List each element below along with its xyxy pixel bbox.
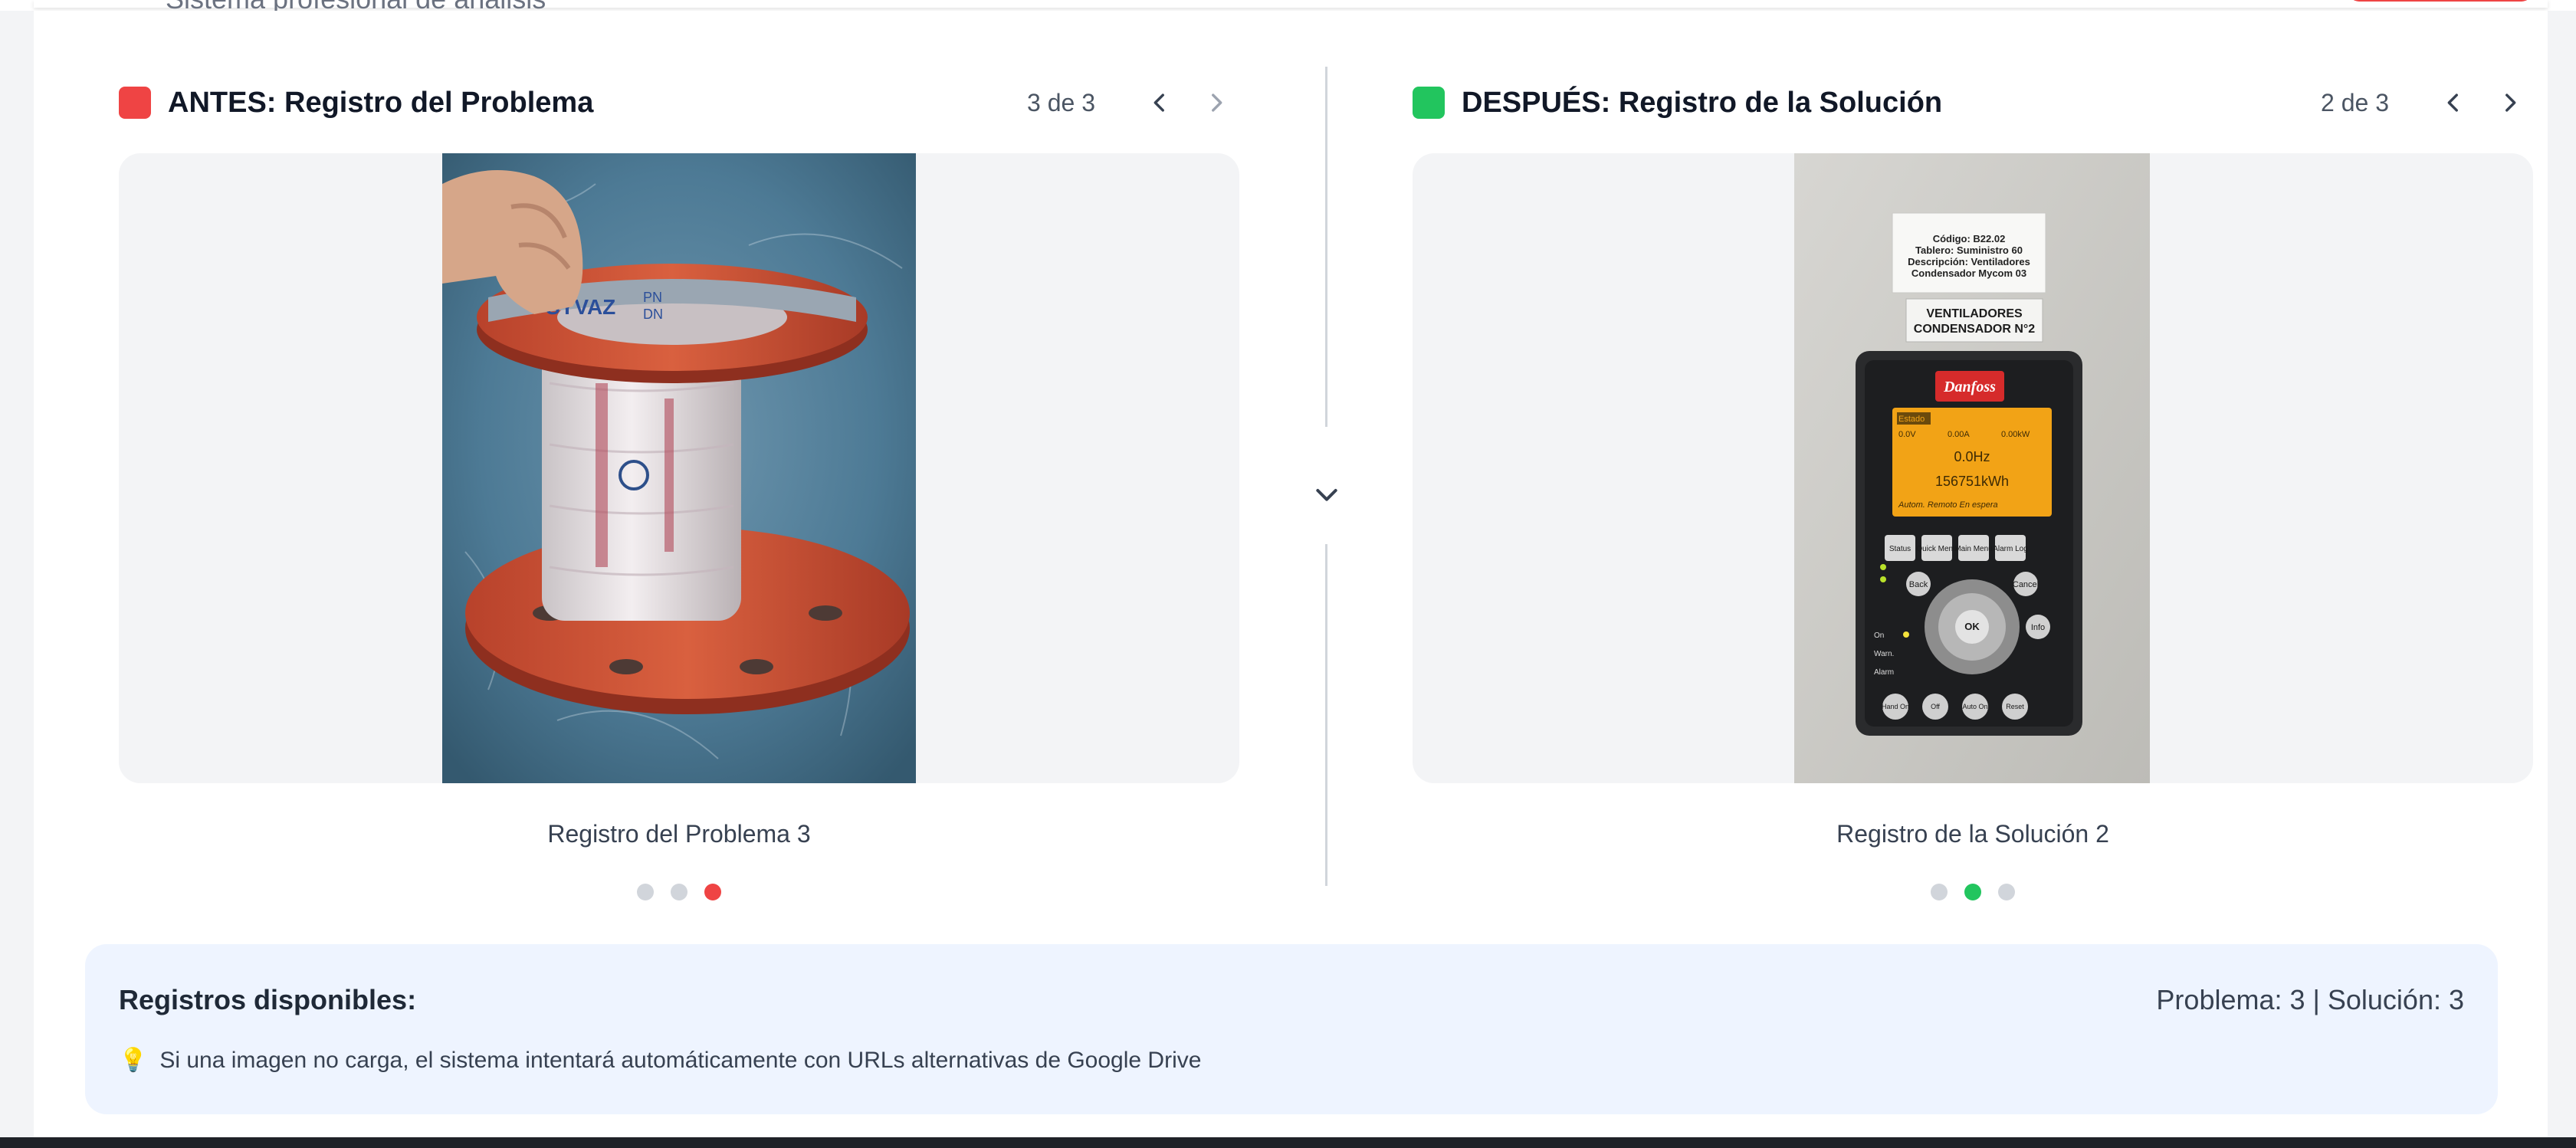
after-label-line-2: Tablero: Suministro 60 xyxy=(1915,244,2023,256)
after-sign-line-2: CONDENSADOR N°2 xyxy=(1914,323,2036,336)
bottom-taskbar xyxy=(0,1137,2576,1148)
records-info-title: Registros disponibles: xyxy=(119,984,417,1015)
after-label-line-4: Condensador Mycom 03 xyxy=(1911,267,2026,279)
lightbulb-icon: 💡 xyxy=(119,1048,148,1073)
after-display-kw: 0.00kW xyxy=(2001,430,2030,439)
panel-divider-bottom xyxy=(1325,533,1327,886)
before-tag-pn: PN xyxy=(643,290,662,305)
after-key-main-menu: Main Menu xyxy=(1954,545,1992,553)
before-dot-3[interactable] xyxy=(704,884,721,900)
after-dot-3[interactable] xyxy=(1998,884,2015,900)
after-counter: 2 de 3 xyxy=(2321,88,2389,116)
before-caption: Registro del Problema 3 xyxy=(547,820,811,848)
after-led-on: On xyxy=(1874,631,1884,640)
after-key-hand-on: Hand On xyxy=(1882,703,1909,710)
panel-divider-top xyxy=(1325,67,1327,427)
after-brand-logo: Danfoss xyxy=(1943,379,1996,395)
after-display-kwh: 156751kWh xyxy=(1935,474,2009,489)
after-key-back: Back xyxy=(1909,580,1928,589)
after-prev-button[interactable] xyxy=(2430,80,2476,126)
after-header: DESPUÉS: Registro de la Solución 2 de 3 xyxy=(1413,66,2533,139)
after-color-swatch xyxy=(1413,87,1445,119)
before-header: ANTES: Registro del Problema 3 de 3 xyxy=(119,66,1239,139)
before-panel: ANTES: Registro del Problema 3 de 3 SYVA… xyxy=(119,66,1239,900)
before-title: ANTES: Registro del Problema xyxy=(168,86,594,119)
comparison-card: ANTES: Registro del Problema 3 de 3 SYVA… xyxy=(34,11,2548,1137)
header-action-button[interactable] xyxy=(2348,0,2532,2)
before-pager: 3 de 3 xyxy=(1027,66,1239,139)
after-panel: DESPUÉS: Registro de la Solución 2 de 3 xyxy=(1413,66,2533,900)
after-caption: Registro de la Solución 2 xyxy=(1836,820,2109,848)
after-label-line-3: Descripción: Ventiladores xyxy=(1908,256,2030,267)
records-hint: 💡 Si una imagen no carga, el sistema int… xyxy=(119,1047,1201,1074)
before-dot-2[interactable] xyxy=(671,884,687,900)
after-dot-1[interactable] xyxy=(1931,884,1948,900)
before-next-button[interactable] xyxy=(1193,80,1239,126)
before-tag-dn: DN xyxy=(643,307,663,322)
after-dots xyxy=(1413,884,2533,900)
records-counts: Problema: 3 | Solución: 3 xyxy=(2156,984,2464,1015)
after-next-button[interactable] xyxy=(2487,80,2533,126)
after-key-quick-menu: Quick Menu xyxy=(1916,545,1957,553)
chevron-left-icon xyxy=(2447,93,2458,112)
records-info-box: Registros disponibles: Problema: 3 | Sol… xyxy=(85,944,2498,1114)
after-photo[interactable]: Código: B22.02 Tablero: Suministro 60 De… xyxy=(1794,153,2150,783)
before-image-frame[interactable]: SYVAZ PN DN xyxy=(119,153,1239,783)
after-dot-2[interactable] xyxy=(1964,884,1981,900)
after-label-line-1: Código: B22.02 xyxy=(1933,233,2006,244)
after-display-footer: Autom. Remoto En espera xyxy=(1898,500,1998,510)
after-display-hz: 0.0Hz xyxy=(1954,449,1990,464)
header-bar: Sistema profesional de análisis xyxy=(34,0,2548,15)
chevron-down-icon xyxy=(1316,489,1337,501)
after-key-reset: Reset xyxy=(2006,703,2024,710)
chevron-left-icon xyxy=(1153,93,1164,112)
after-display-amps: 0.00A xyxy=(1948,430,1970,439)
after-key-off: Off xyxy=(1931,703,1940,710)
after-key-ok: OK xyxy=(1964,621,1980,632)
collapse-toggle-button[interactable] xyxy=(1292,444,1361,544)
after-sign-line-1: VENTILADORES xyxy=(1926,307,2023,320)
chevron-right-icon xyxy=(2505,93,2516,112)
after-image-frame[interactable]: Código: B22.02 Tablero: Suministro 60 De… xyxy=(1413,153,2533,783)
before-prev-button[interactable] xyxy=(1137,80,1183,126)
after-led-alarm: Alarm xyxy=(1874,668,1894,677)
after-display-volts: 0.0V xyxy=(1898,430,1916,439)
before-photo[interactable]: SYVAZ PN DN xyxy=(442,153,916,783)
records-hint-text: Si una imagen no carga, el sistema inten… xyxy=(159,1047,1202,1073)
after-led-warn: Warn. xyxy=(1874,650,1894,658)
before-dot-1[interactable] xyxy=(637,884,654,900)
before-dots xyxy=(119,884,1239,900)
after-key-auto-on: Auto On xyxy=(1962,703,1987,710)
after-pager: 2 de 3 xyxy=(2321,66,2533,139)
after-key-status: Status xyxy=(1889,545,1911,553)
after-title: DESPUÉS: Registro de la Solución xyxy=(1462,86,1943,119)
before-color-swatch xyxy=(119,87,151,119)
after-key-alarm-log: Alarm Log xyxy=(1993,545,2028,553)
after-display-status: Estado xyxy=(1898,415,1925,424)
before-counter: 3 de 3 xyxy=(1027,88,1095,116)
after-key-info: Info xyxy=(2031,623,2045,632)
chevron-right-icon xyxy=(1212,93,1222,112)
after-key-cancel: Cancel xyxy=(2013,580,2039,589)
